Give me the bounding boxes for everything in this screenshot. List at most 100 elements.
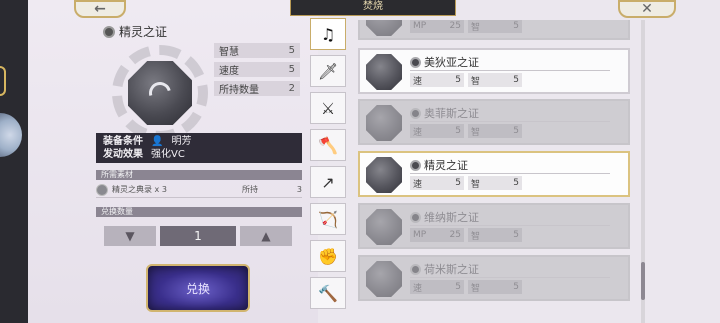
quantity-header: 兑换数量 <box>96 207 302 217</box>
card-name: 精灵之证 <box>424 159 468 172</box>
stat-value: 5 <box>513 230 519 240</box>
gem-icon <box>366 209 402 245</box>
dagger-icon: ⚔ <box>320 98 336 118</box>
card-stats: MP 25 智5 <box>410 228 522 242</box>
material-owned-label: 所持 <box>242 185 258 194</box>
card-stat: MP 25 <box>410 20 464 33</box>
stat-label: 速 <box>413 127 423 138</box>
list-item-selected[interactable]: 精灵之证 速5 智5 <box>358 151 630 197</box>
card-stat: 智5 <box>468 124 522 138</box>
equip-info: 装备条件 👤 明芳 发动效果 强化VC <box>96 133 302 163</box>
equip-condition-value: 明芳 <box>171 136 192 147</box>
tab-hammer[interactable]: 🔨 <box>310 277 346 309</box>
increase-button[interactable]: ▲ <box>240 226 292 246</box>
divider <box>410 70 610 71</box>
emblem-icon <box>103 25 115 38</box>
card-stats: 速5 智5 <box>410 280 522 294</box>
card-stat: 智5 <box>468 73 522 87</box>
stat-value: 5 <box>288 64 295 75</box>
material-icon <box>96 183 108 196</box>
exchange-button[interactable]: 兑换 <box>146 264 250 312</box>
equip-condition-label: 装备条件 <box>103 136 143 147</box>
stat-value: 5 <box>513 178 519 188</box>
divider <box>410 225 610 226</box>
card-title: 荷米斯之证 <box>410 261 479 277</box>
stat-label: 智 <box>471 22 481 33</box>
emblem-icon <box>410 211 421 223</box>
scrollbar-thumb[interactable] <box>641 262 645 300</box>
card-stat: 速5 <box>410 73 464 87</box>
item-name: 精灵之证 <box>119 25 168 39</box>
close-button[interactable]: ✕ <box>618 0 676 18</box>
item-list[interactable]: MP 25 智5 美狄亚之证 速5 智5 奥菲斯之证 速5 智5 精灵之证 速 … <box>350 20 640 323</box>
material-owned-value: 3 <box>296 185 302 194</box>
card-stats: 速5 智5 <box>410 73 522 87</box>
tab-fist[interactable]: ✊ <box>310 240 346 272</box>
item-title: 精灵之证 <box>103 23 167 40</box>
back-button[interactable]: ← <box>74 0 126 18</box>
list-item[interactable]: 维纳斯之证 MP 25 智5 <box>358 203 630 249</box>
stat-value: 25 <box>449 21 461 31</box>
material-name: 精灵之典录 x 3 <box>112 185 167 194</box>
card-stats: MP 25 智5 <box>410 20 522 33</box>
divider <box>410 173 610 174</box>
list-item[interactable]: MP 25 智5 <box>358 20 630 40</box>
item-artwork <box>112 45 208 141</box>
decrease-button[interactable]: ▼ <box>104 226 156 246</box>
list-item[interactable]: 奥菲斯之证 速5 智5 <box>358 99 630 145</box>
card-stat: 智5 <box>468 280 522 294</box>
card-stat: 速5 <box>410 280 464 294</box>
card-stat: 速5 <box>410 124 464 138</box>
side-handle[interactable] <box>0 66 6 96</box>
category-tabs: ♫ 🗡 ⚔ 🪓 ↗ 🏹 ✊ 🔨 <box>310 18 346 323</box>
stat-label: 速 <box>413 283 423 294</box>
stat-label: 速 <box>413 179 423 190</box>
bow-icon: 🏹 <box>318 209 338 229</box>
quantity-value: 1 <box>160 226 236 246</box>
gem-icon <box>366 54 402 90</box>
effect-label: 发动效果 <box>103 149 143 160</box>
gem-icon <box>366 105 402 141</box>
stat-value: 25 <box>449 230 461 240</box>
stat-owned: 所持数量 2 <box>214 81 300 96</box>
tab-sword[interactable]: 🗡 <box>310 55 346 87</box>
divider <box>410 277 610 278</box>
exchange-button-label: 兑换 <box>185 281 210 296</box>
stat-speed: 速度 5 <box>214 62 300 77</box>
stat-value: 5 <box>513 282 519 292</box>
stat-value: 5 <box>455 75 461 85</box>
list-item[interactable]: 荷米斯之证 速5 智5 <box>358 255 630 301</box>
axe-icon: 🪓 <box>318 135 338 155</box>
spear-icon: ↗ <box>321 172 335 192</box>
person-icon: 👤 <box>151 136 164 147</box>
stat-label: 智 <box>471 231 481 242</box>
gem-icon <box>366 157 402 193</box>
emblem-icon <box>410 159 421 171</box>
card-name: 荷米斯之证 <box>424 263 479 276</box>
stat-label: MP <box>413 21 427 31</box>
stat-label: 智慧 <box>219 47 239 58</box>
stat-label: 所持数量 <box>219 85 259 96</box>
card-stats: 速5 智5 <box>410 124 522 138</box>
hammer-icon: 🔨 <box>318 283 338 303</box>
effect-value: 强化VC <box>151 149 185 160</box>
tab-axe[interactable]: 🪓 <box>310 129 346 161</box>
whistle-icon: ♫ <box>320 24 336 44</box>
material-row: 精灵之典录 x 3 所持 3 <box>96 182 302 197</box>
tab-spear[interactable]: ↗ <box>310 166 346 198</box>
tab-bow[interactable]: 🏹 <box>310 203 346 235</box>
stat-value: 5 <box>455 178 461 188</box>
gem-icon <box>366 261 402 297</box>
card-title: 美狄亚之证 <box>410 54 479 70</box>
stat-value: 5 <box>455 282 461 292</box>
stat-wisdom: 智慧 5 <box>214 43 300 58</box>
tab-dagger[interactable]: ⚔ <box>310 92 346 124</box>
list-item[interactable]: 美狄亚之证 速5 智5 <box>358 48 630 94</box>
divider <box>410 121 610 122</box>
device-edge <box>0 0 30 323</box>
card-name: 美狄亚之证 <box>424 56 479 69</box>
card-stats: 速5 智5 <box>410 176 522 190</box>
tab-whistle[interactable]: ♫ <box>310 18 346 50</box>
game-screen: 焚烧 ← ✕ 精灵之证 智慧 5 速度 5 所持数量 2 装备条件 👤 明芳 发… <box>0 0 720 323</box>
back-arrow-icon: ← <box>94 1 106 17</box>
